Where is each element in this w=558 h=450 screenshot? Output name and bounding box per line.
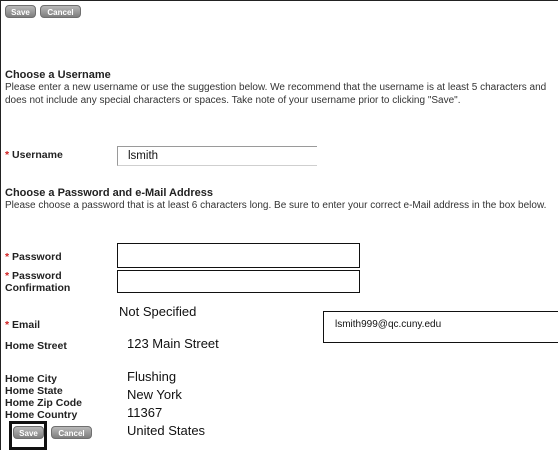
password-input[interactable] xyxy=(117,243,360,268)
home-city-value: Flushing xyxy=(127,369,177,384)
required-marker: * xyxy=(5,149,10,161)
email-label-text: Email xyxy=(12,319,41,331)
home-state-label: Home State xyxy=(5,385,63,397)
required-marker: * xyxy=(5,251,10,263)
username-section-title: Choose a Username xyxy=(5,69,111,81)
bottom-cancel-button[interactable]: Cancel xyxy=(51,426,92,439)
home-zip-value: 11367 xyxy=(127,405,163,420)
password-confirmation-label: * Password Confirmation xyxy=(5,270,70,294)
username-section-description: Please enter a new username or use the s… xyxy=(5,82,547,106)
password-label-text: Password xyxy=(12,251,62,263)
home-street-label: Home Street xyxy=(5,340,67,352)
email-input[interactable]: lsmith999@qc.cuny.edu xyxy=(323,311,558,343)
email-label: * Email xyxy=(5,319,40,331)
username-input[interactable]: lsmith xyxy=(117,146,317,166)
password-label: * Password xyxy=(5,251,62,263)
home-city-label: Home City xyxy=(5,373,57,385)
not-specified-text: Not Specified xyxy=(119,304,197,319)
password-section-description: Please choose a password that is at leas… xyxy=(5,200,547,211)
required-marker: * xyxy=(5,270,10,282)
save-button[interactable]: Save xyxy=(5,5,36,18)
home-street-value: 123 Main Street xyxy=(127,336,219,351)
home-state-value: New York xyxy=(127,387,182,402)
save-button-highlight xyxy=(9,421,47,450)
home-country-label: Home Country xyxy=(5,409,78,421)
form-frame xyxy=(0,0,558,450)
home-country-value: United States xyxy=(127,423,206,438)
home-zip-label: Home Zip Code xyxy=(5,397,83,409)
cancel-button[interactable]: Cancel xyxy=(40,5,81,18)
username-label: * Username xyxy=(5,149,63,161)
password-section-title: Choose a Password and e-Mail Address xyxy=(5,187,214,199)
password-confirmation-input[interactable] xyxy=(117,270,360,293)
username-label-text: Username xyxy=(12,149,63,161)
password-confirmation-label-line1: Password xyxy=(12,270,62,282)
password-confirmation-label-line2: Confirmation xyxy=(5,282,71,294)
required-marker: * xyxy=(5,319,10,331)
